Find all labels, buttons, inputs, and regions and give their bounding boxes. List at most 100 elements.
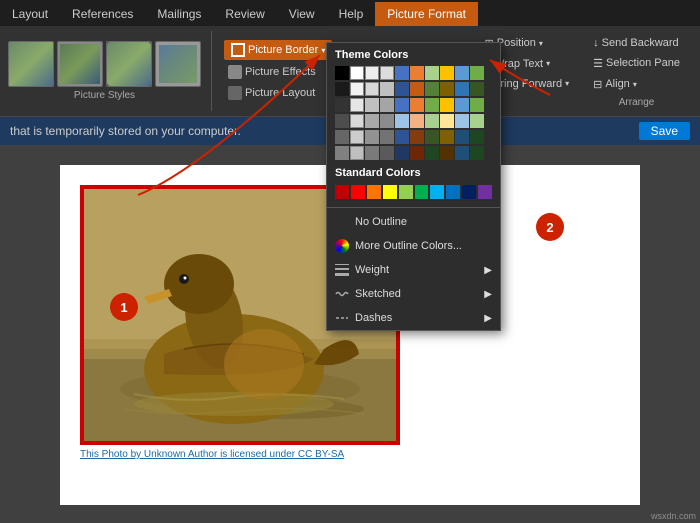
theme-color-cell[interactable]: [395, 146, 409, 160]
theme-color-cell[interactable]: [380, 82, 394, 96]
annotation-circle-2: 2: [536, 213, 564, 241]
theme-color-cell[interactable]: [425, 130, 439, 144]
no-outline-item[interactable]: No Outline: [327, 210, 500, 234]
theme-color-cell[interactable]: [425, 66, 439, 80]
theme-color-cell[interactable]: [455, 146, 469, 160]
theme-color-cell[interactable]: [470, 130, 484, 144]
tab-view[interactable]: View: [277, 2, 327, 26]
theme-color-cell[interactable]: [335, 114, 349, 128]
theme-color-cell[interactable]: [425, 98, 439, 112]
theme-color-cell[interactable]: [410, 98, 424, 112]
send-backward-button[interactable]: ↓ Send Backward: [589, 35, 684, 51]
theme-color-cell[interactable]: [350, 98, 364, 112]
theme-color-cell[interactable]: [350, 66, 364, 80]
theme-color-cell[interactable]: [365, 114, 379, 128]
theme-color-cell[interactable]: [470, 146, 484, 160]
theme-color-cell[interactable]: [380, 114, 394, 128]
theme-color-cell[interactable]: [395, 98, 409, 112]
theme-color-cell[interactable]: [425, 114, 439, 128]
theme-color-cell[interactable]: [350, 146, 364, 160]
more-outline-colors-item[interactable]: More Outline Colors...: [327, 234, 500, 258]
theme-color-cell[interactable]: [470, 82, 484, 96]
theme-color-cell[interactable]: [410, 130, 424, 144]
theme-color-cell[interactable]: [335, 98, 349, 112]
theme-color-cell[interactable]: [455, 82, 469, 96]
dashes-item[interactable]: Dashes ▶: [327, 306, 500, 330]
theme-color-cell[interactable]: [470, 66, 484, 80]
style-thumb-3[interactable]: [106, 41, 152, 87]
style-thumb-2[interactable]: [57, 41, 103, 87]
std-color-cell[interactable]: [383, 185, 397, 199]
weight-item[interactable]: Weight ▶: [327, 258, 500, 282]
picture-border-button[interactable]: Picture Border ▾: [224, 40, 332, 60]
theme-color-cell[interactable]: [425, 82, 439, 96]
theme-color-cell[interactable]: [455, 66, 469, 80]
theme-color-cell[interactable]: [410, 82, 424, 96]
std-color-cell[interactable]: [446, 185, 460, 199]
theme-color-cell[interactable]: [380, 130, 394, 144]
theme-color-cell[interactable]: [335, 146, 349, 160]
theme-color-cell[interactable]: [350, 114, 364, 128]
theme-color-cell[interactable]: [440, 146, 454, 160]
std-color-cell[interactable]: [335, 185, 349, 199]
tab-help[interactable]: Help: [327, 2, 376, 26]
theme-color-cell[interactable]: [365, 98, 379, 112]
save-button[interactable]: Save: [639, 122, 690, 140]
theme-color-cell[interactable]: [455, 98, 469, 112]
style-thumbnails: [8, 41, 201, 87]
tab-references[interactable]: References: [60, 2, 145, 26]
sketched-item[interactable]: Sketched ▶: [327, 282, 500, 306]
std-color-cell[interactable]: [462, 185, 476, 199]
theme-color-cell[interactable]: [335, 82, 349, 96]
theme-color-cell[interactable]: [440, 114, 454, 128]
theme-color-cell[interactable]: [470, 114, 484, 128]
style-thumb-1[interactable]: [8, 41, 54, 87]
align-button[interactable]: ⊟ Align ▾: [589, 76, 684, 93]
picture-effects-button[interactable]: Picture Effects: [224, 63, 320, 81]
tab-picture-format[interactable]: Picture Format: [375, 2, 478, 26]
style-thumb-4[interactable]: [155, 41, 201, 87]
theme-color-cell[interactable]: [365, 66, 379, 80]
theme-color-cell[interactable]: [470, 98, 484, 112]
theme-color-cell[interactable]: [350, 130, 364, 144]
theme-color-cell[interactable]: [455, 130, 469, 144]
theme-color-cell[interactable]: [365, 130, 379, 144]
caption-link[interactable]: This Photo by Unknown Author is licensed…: [80, 449, 344, 460]
theme-color-cell[interactable]: [410, 114, 424, 128]
theme-color-cell[interactable]: [395, 130, 409, 144]
theme-color-cell[interactable]: [365, 82, 379, 96]
theme-color-cell[interactable]: [380, 98, 394, 112]
theme-color-cell[interactable]: [440, 66, 454, 80]
send-backward-icon: ↓: [593, 37, 599, 49]
theme-color-cell[interactable]: [350, 82, 364, 96]
std-color-cell[interactable]: [478, 185, 492, 199]
theme-color-cell[interactable]: [410, 66, 424, 80]
picture-border-dropdown: Theme Colors: [326, 42, 501, 331]
picture-styles-group: Picture Styles: [8, 31, 212, 111]
selection-pane-button[interactable]: ☰ Selection Pane: [589, 55, 684, 72]
theme-color-cell[interactable]: [440, 98, 454, 112]
tab-mailings[interactable]: Mailings: [145, 2, 213, 26]
theme-color-cell[interactable]: [395, 114, 409, 128]
theme-color-cell[interactable]: [425, 146, 439, 160]
theme-color-cell[interactable]: [395, 66, 409, 80]
theme-color-cell[interactable]: [380, 146, 394, 160]
std-color-cell[interactable]: [351, 185, 365, 199]
theme-color-cell[interactable]: [455, 114, 469, 128]
theme-color-cell[interactable]: [395, 82, 409, 96]
theme-color-cell[interactable]: [440, 82, 454, 96]
theme-color-cell[interactable]: [335, 130, 349, 144]
theme-color-cell[interactable]: [380, 66, 394, 80]
theme-color-cell[interactable]: [335, 66, 349, 80]
theme-color-cell[interactable]: [365, 146, 379, 160]
theme-color-cell[interactable]: [440, 130, 454, 144]
std-color-cell[interactable]: [415, 185, 429, 199]
picture-layout-icon: [228, 86, 242, 100]
picture-layout-button[interactable]: Picture Layout: [224, 84, 319, 102]
theme-color-cell[interactable]: [410, 146, 424, 160]
std-color-cell[interactable]: [430, 185, 444, 199]
std-color-cell[interactable]: [399, 185, 413, 199]
tab-layout[interactable]: Layout: [0, 2, 60, 26]
tab-review[interactable]: Review: [213, 2, 276, 26]
std-color-cell[interactable]: [367, 185, 381, 199]
